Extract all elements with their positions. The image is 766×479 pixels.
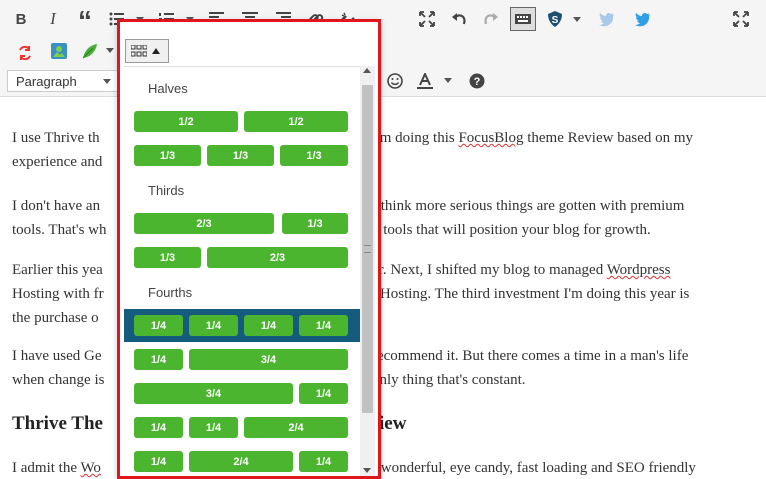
group-label-fourths: Fourths (148, 285, 193, 300)
group-label-halves: Halves (148, 81, 188, 96)
italic-button[interactable]: I (42, 8, 64, 30)
column-chip[interactable]: 2/4 (189, 451, 293, 472)
scroll-thumb[interactable] (362, 85, 373, 413)
group-label-thirds: Thirds (148, 183, 185, 198)
chevron-down-icon[interactable] (444, 78, 452, 83)
undo-icon (452, 13, 466, 25)
shield-icon: S (548, 11, 562, 27)
twitter-button[interactable] (632, 8, 654, 30)
column-chip[interactable]: 1/3 (280, 145, 348, 166)
grid-layout-dropdown: Halves 1/2 1/2 1/3 1/3 1/3 Thirds 2/3 1/… (117, 19, 381, 479)
help-button[interactable]: ? (466, 70, 488, 92)
column-chip[interactable]: 1/4 (189, 315, 238, 336)
grid-layout-list[interactable]: Halves 1/2 1/2 1/3 1/3 1/3 Thirds 2/3 1/… (124, 66, 360, 476)
blockquote-button[interactable]: “ (74, 5, 96, 36)
scroll-down-icon[interactable] (363, 468, 371, 473)
bold-icon: B (15, 10, 27, 28)
smiley-icon (387, 73, 403, 89)
format-select-value: Paragraph (16, 74, 77, 89)
chevron-up-icon (152, 48, 160, 54)
column-chip[interactable]: 2/3 (134, 213, 274, 234)
grid-layout-button[interactable] (125, 39, 169, 63)
chevron-down-icon[interactable] (573, 17, 581, 22)
expand-icon (733, 11, 749, 27)
format-select[interactable]: Paragraph (7, 70, 118, 92)
column-chip[interactable]: 1/3 (282, 213, 348, 234)
revisions-button[interactable] (14, 42, 36, 64)
column-chip[interactable]: 1/4 (134, 315, 183, 336)
grid-row[interactable]: 1/2 1/2 (124, 111, 360, 141)
grid-row[interactable]: 1/4 3/4 (124, 349, 360, 379)
column-chip[interactable]: 1/3 (134, 247, 201, 268)
column-chip[interactable]: 2/4 (244, 417, 348, 438)
text-color-icon (417, 73, 433, 89)
column-chip[interactable]: 1/3 (207, 145, 274, 166)
keyboard-icon (515, 14, 531, 24)
bird-icon (599, 12, 614, 27)
grid-row[interactable]: 1/3 2/3 (124, 247, 360, 277)
column-chip[interactable]: 1/4 (189, 417, 238, 438)
grid-row[interactable]: 1/4 2/4 1/4 (124, 451, 360, 476)
image-icon (51, 43, 67, 59)
svg-text:S: S (552, 15, 559, 26)
grid-row-highlighted[interactable]: 1/4 1/4 1/4 1/4 (124, 309, 360, 342)
shield-button[interactable]: S (544, 8, 566, 30)
dropdown-scrollbar[interactable] (360, 66, 375, 476)
italic-icon: I (50, 9, 56, 28)
redo-icon (484, 13, 498, 25)
grid-row[interactable]: 1/4 1/4 2/4 (124, 417, 360, 447)
grid-icon (131, 45, 147, 57)
twitter-icon (635, 12, 650, 27)
sync-icon (19, 45, 31, 61)
column-chip[interactable]: 1/2 (134, 111, 238, 132)
grid-row[interactable]: 3/4 1/4 (124, 383, 360, 413)
bold-button[interactable]: B (10, 8, 32, 30)
scroll-up-icon[interactable] (363, 68, 371, 73)
svg-text:?: ? (474, 76, 481, 88)
grid-row[interactable]: 2/3 1/3 (124, 213, 360, 243)
editor-content[interactable]: I use Thrive th I'm doing this FocusBlog… (0, 98, 766, 479)
expand-button[interactable] (730, 8, 752, 30)
column-chip[interactable]: 1/4 (134, 349, 183, 370)
fullscreen-icon (419, 11, 435, 27)
column-chip[interactable]: 1/4 (134, 451, 183, 472)
column-chip[interactable]: 1/4 (134, 417, 183, 438)
tweet-quote-button[interactable] (596, 8, 618, 30)
fullscreen-button[interactable] (416, 8, 438, 30)
redo-button[interactable] (480, 8, 502, 30)
grid-row[interactable]: 1/3 1/3 1/3 (124, 145, 360, 175)
leaf-plugin-button[interactable] (79, 40, 101, 62)
column-chip[interactable]: 3/4 (189, 349, 348, 370)
column-chip[interactable]: 1/3 (134, 145, 201, 166)
chevron-down-icon (103, 79, 111, 84)
leaf-icon (82, 44, 97, 59)
column-chip[interactable]: 1/4 (299, 383, 348, 404)
help-icon: ? (469, 73, 485, 89)
section-heading: Thrive The iew (12, 413, 407, 434)
column-chip[interactable]: 1/2 (244, 111, 348, 132)
emoji-button[interactable] (384, 70, 406, 92)
blockquote-icon: “ (78, 5, 92, 36)
keyboard-button[interactable] (510, 7, 536, 31)
column-chip[interactable]: 1/4 (299, 315, 348, 336)
column-chip[interactable]: 1/4 (299, 451, 348, 472)
column-chip[interactable]: 2/3 (207, 247, 348, 268)
text-color-button[interactable] (414, 70, 436, 92)
undo-button[interactable] (448, 8, 470, 30)
column-chip[interactable]: 3/4 (134, 383, 293, 404)
column-chip[interactable]: 1/4 (244, 315, 293, 336)
chevron-down-icon[interactable] (106, 48, 114, 53)
image-plugin-button[interactable] (48, 40, 70, 62)
